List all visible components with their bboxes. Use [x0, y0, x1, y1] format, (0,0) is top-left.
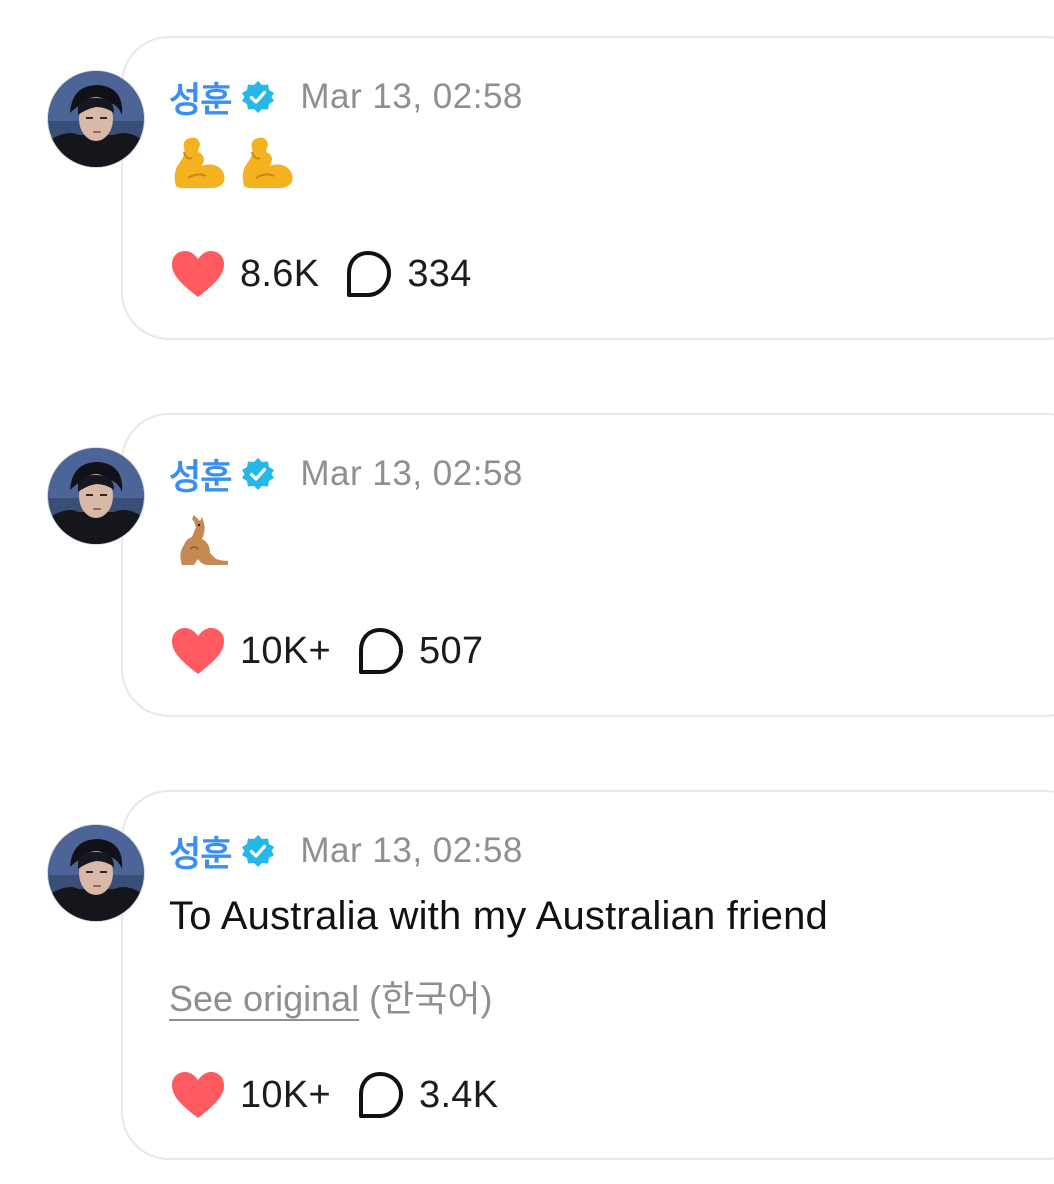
- verified-badge-icon: [241, 457, 275, 491]
- timestamp: Mar 13, 02:58: [300, 454, 523, 493]
- translation-note: See original (한국어): [169, 970, 492, 1022]
- post-actions: 10K+ 507: [170, 625, 483, 677]
- username[interactable]: 성훈: [169, 72, 232, 123]
- timestamp: Mar 13, 02:58: [300, 831, 523, 870]
- comment-count: 507: [419, 629, 484, 672]
- post-actions: 8.6K 334: [170, 248, 472, 300]
- post-header: 성훈 Mar 13, 02:58: [169, 826, 523, 877]
- post: 성훈 Mar 13, 02:58 8.6K 334: [0, 36, 1054, 340]
- comment-button[interactable]: 3.4K: [355, 1070, 498, 1120]
- kangaroo-icon: [180, 515, 228, 565]
- avatar[interactable]: [48, 825, 144, 921]
- heart-icon: [172, 251, 224, 297]
- like-button[interactable]: 10K+: [170, 626, 331, 676]
- speech-bubble-icon: [359, 1072, 404, 1118]
- original-language: (한국어): [369, 978, 493, 1019]
- comment-count: 334: [407, 252, 472, 295]
- flexed-biceps-icon: [242, 137, 293, 188]
- comment-count: 3.4K: [419, 1073, 499, 1116]
- post-text: To Australia with my Australian friend: [169, 894, 829, 938]
- speech-bubble-icon: [359, 628, 404, 674]
- comment-button[interactable]: 507: [355, 626, 483, 676]
- avatar[interactable]: [48, 448, 144, 544]
- heart-icon: [172, 628, 224, 674]
- like-button[interactable]: 10K+: [170, 1070, 331, 1120]
- post: 성훈 Mar 13, 02:58 10K+ 507: [0, 413, 1054, 717]
- like-button[interactable]: 8.6K: [170, 249, 319, 299]
- comment-button[interactable]: 334: [343, 249, 471, 299]
- speech-bubble-icon: [347, 251, 392, 297]
- post-content: [170, 509, 230, 569]
- post: 성훈 Mar 13, 02:58 To Australia with my Au…: [0, 790, 1054, 1160]
- timestamp: Mar 13, 02:58: [300, 77, 523, 116]
- username[interactable]: 성훈: [169, 826, 232, 877]
- heart-icon: [172, 1072, 224, 1118]
- like-count: 10K+: [240, 629, 332, 672]
- post-header: 성훈 Mar 13, 02:58: [169, 72, 523, 123]
- post-actions: 10K+ 3.4K: [170, 1069, 498, 1121]
- like-count: 8.6K: [240, 252, 320, 295]
- username[interactable]: 성훈: [169, 449, 232, 500]
- flexed-biceps-icon: [174, 137, 225, 188]
- verified-badge-icon: [241, 834, 275, 868]
- post-content: [170, 132, 296, 190]
- avatar[interactable]: [48, 71, 144, 167]
- verified-badge-icon: [241, 80, 275, 114]
- post-header: 성훈 Mar 13, 02:58: [169, 449, 523, 500]
- see-original-link[interactable]: See original: [169, 978, 359, 1019]
- like-count: 10K+: [240, 1073, 332, 1116]
- comment-feed: 성훈 Mar 13, 02:58 8.6K 334 성훈 Mar 13, 02:…: [0, 0, 1054, 1184]
